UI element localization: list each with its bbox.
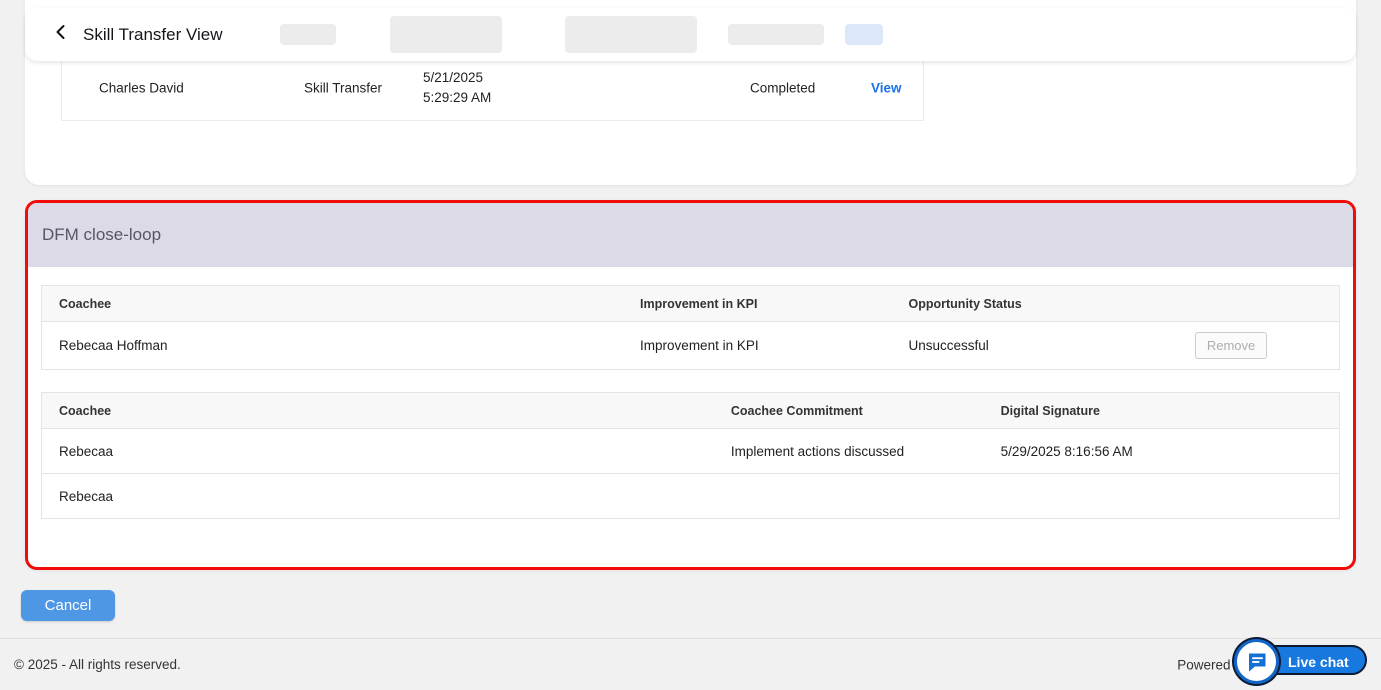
- skill-transfer-table: Charles David Skill Transfer 5/21/2025 5…: [61, 54, 924, 121]
- opportunity-status-cell: Unsuccessful: [908, 338, 989, 353]
- back-button[interactable]: [53, 24, 69, 45]
- table-row: Rebecaa: [41, 474, 1340, 519]
- obscured-column-header: [280, 24, 336, 45]
- commitment-table-header-row: Coachee Coachee Commitment Digital Signa…: [41, 392, 1340, 429]
- date-line: 5/21/2025: [423, 69, 484, 85]
- dfm-card-body: Coachee Improvement in KPI Opportunity S…: [28, 267, 1353, 519]
- commitment-table: Coachee Coachee Commitment Digital Signa…: [41, 392, 1340, 519]
- dfm-close-loop-card: DFM close-loop Coachee Improvement in KP…: [25, 200, 1356, 570]
- obscured-action-header: [845, 24, 883, 45]
- column-header-digital-signature: Digital Signature: [1000, 403, 1100, 418]
- actions-cell: Remove: [1177, 332, 1339, 359]
- kpi-table: Coachee Improvement in KPI Opportunity S…: [41, 285, 1340, 370]
- status-cell: Completed: [750, 80, 816, 95]
- dfm-card-title: DFM close-loop: [42, 225, 162, 244]
- table-row: Rebecaa Implement actions discussed 5/29…: [41, 429, 1340, 474]
- page-header-bar: Skill Transfer View: [25, 8, 1356, 61]
- coachee-cell: Rebecaa: [59, 443, 114, 459]
- remove-button[interactable]: Remove: [1194, 332, 1268, 359]
- kpi-cell: Improvement in KPI: [640, 338, 759, 353]
- copyright-text: © 2025 - All rights reserved.: [14, 657, 181, 672]
- column-header-kpi: Improvement in KPI: [640, 296, 758, 311]
- live-chat-widget[interactable]: Live chat: [1234, 636, 1370, 688]
- column-header-commitment: Coachee Commitment: [730, 403, 863, 418]
- session-date-cell: 5/21/2025 5:29:29 AM: [423, 68, 491, 108]
- page-title: Skill Transfer View: [83, 24, 223, 44]
- dfm-card-header: DFM close-loop: [28, 203, 1353, 267]
- column-header-coachee: Coachee: [59, 403, 112, 418]
- obscured-column-header: [390, 16, 502, 53]
- footer: © 2025 - All rights reserved. Powered by…: [0, 638, 1381, 690]
- coachee-cell: Rebecaa Hoffman: [59, 338, 168, 353]
- kpi-table-header-row: Coachee Improvement in KPI Opportunity S…: [41, 285, 1340, 322]
- session-type-cell: Skill Transfer: [304, 80, 383, 95]
- coach-name-cell: Charles David: [99, 80, 184, 95]
- cancel-button[interactable]: Cancel: [21, 590, 115, 621]
- chevron-left-icon: [53, 24, 69, 45]
- obscured-column-header: [565, 16, 697, 53]
- column-header-coachee: Coachee: [59, 296, 112, 311]
- coachee-cell: Rebecaa: [59, 488, 114, 504]
- chat-bubble-icon[interactable]: [1234, 639, 1279, 684]
- obscured-column-header: [728, 24, 824, 45]
- signature-cell: 5/29/2025 8:16:56 AM: [1000, 443, 1133, 459]
- commitment-cell: Implement actions discussed: [730, 443, 905, 459]
- table-row: Rebecaa Hoffman Improvement in KPI Unsuc…: [41, 322, 1340, 370]
- view-link[interactable]: View: [871, 80, 902, 95]
- column-header-opportunity-status: Opportunity Status: [908, 296, 1022, 311]
- time-line: 5:29:29 AM: [423, 89, 492, 105]
